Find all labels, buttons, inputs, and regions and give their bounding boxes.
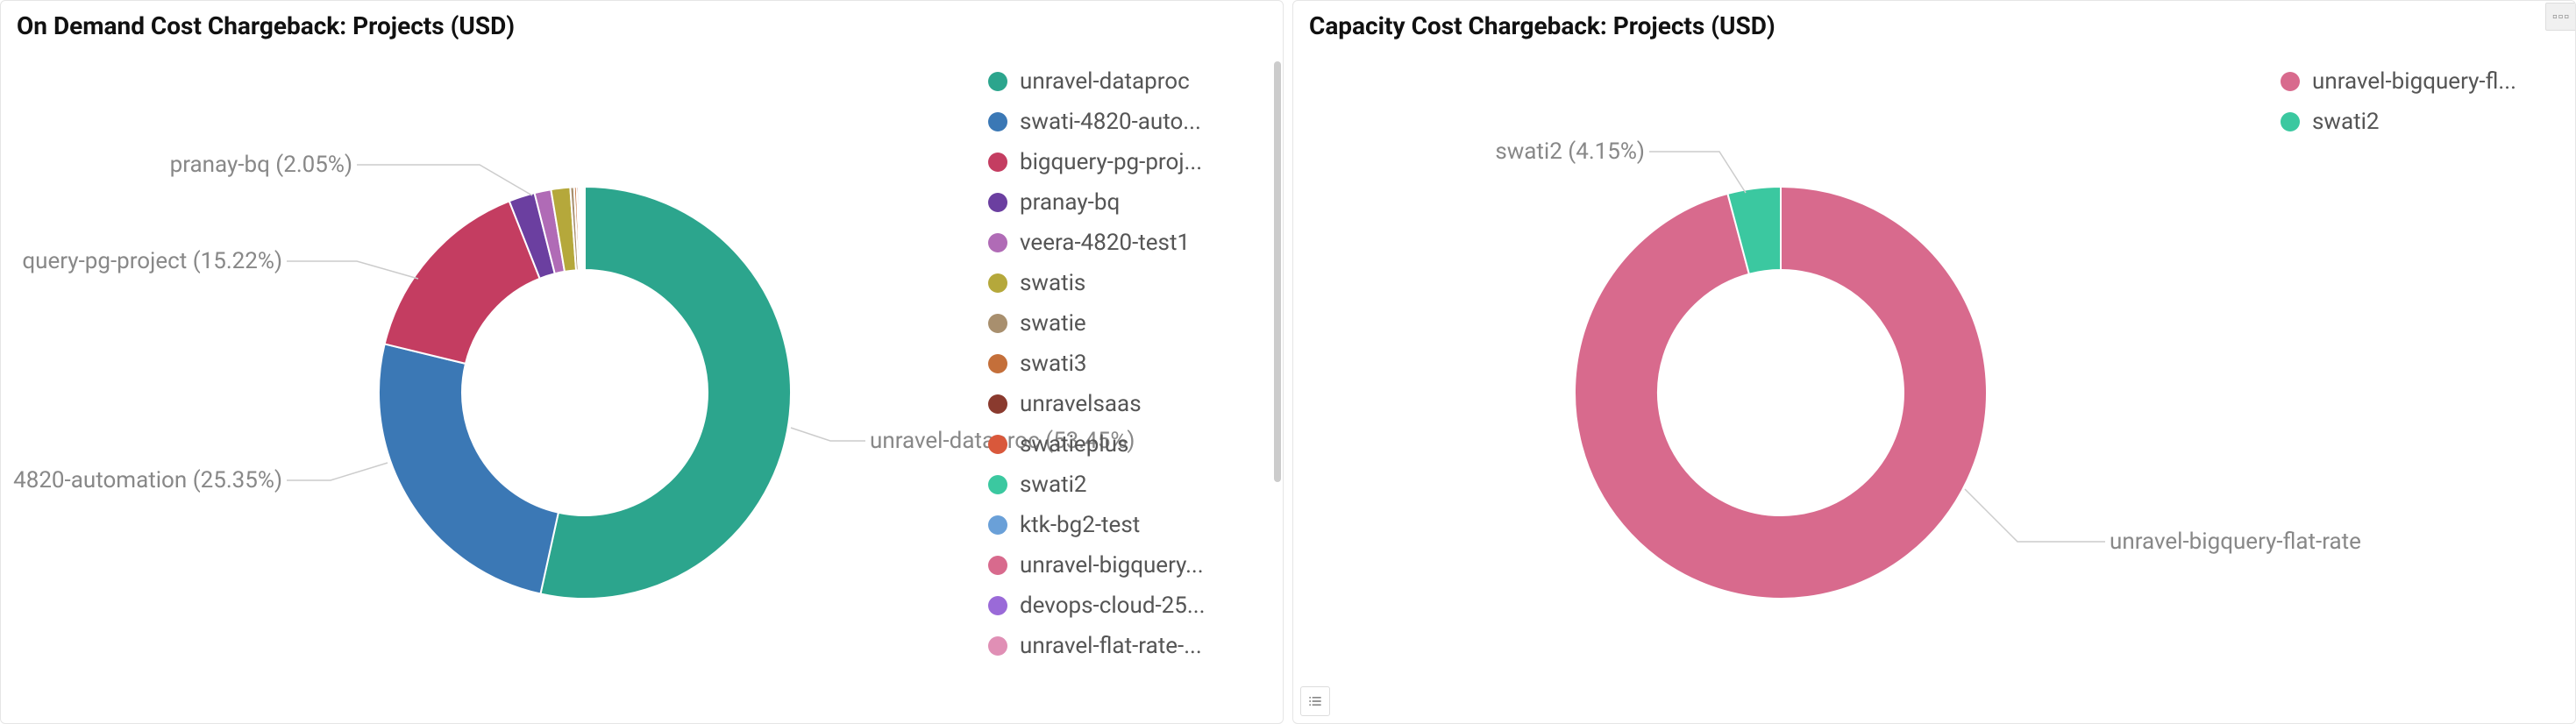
legend-label: swati3 (1020, 351, 1087, 377)
legend-item[interactable]: devops-cloud-25... (985, 586, 1274, 626)
leader-line (1965, 489, 2105, 542)
leader-line (791, 428, 865, 441)
legend-item[interactable]: pranay-bq (985, 182, 1274, 223)
panel-body: swati2 (4.15%) unravel-bigquery-flat-rat… (1293, 44, 2575, 723)
legend-swatch (988, 475, 1007, 494)
legend-item[interactable]: swatieplus (985, 424, 1274, 465)
legend-swatch (988, 556, 1007, 575)
leader-line (287, 463, 388, 480)
legend-label: swati2 (1020, 472, 1087, 498)
panel-title: On Demand Cost Chargeback: Projects (USD… (1, 1, 1283, 44)
legend-swatch (988, 515, 1007, 535)
legend-label: unravel-flat-rate-... (1020, 633, 1202, 659)
legend-item[interactable]: bigquery-pg-proj... (985, 142, 1274, 182)
donut-slice[interactable] (385, 201, 540, 363)
legend-item[interactable]: veera-4820-test1 (985, 223, 1274, 263)
legend-label: swatieplus (1020, 431, 1128, 458)
legend-label: unravelsaas (1020, 391, 1142, 417)
slice-label: pranay-bq (2.05%) (170, 152, 352, 178)
legend-swatch (988, 435, 1007, 454)
legend-swatch (988, 233, 1007, 252)
legend-swatch (988, 193, 1007, 212)
legend-swatch (2281, 112, 2300, 131)
legend-swatch (2281, 72, 2300, 91)
slice-label: swati2 (4.15%) (1495, 138, 1645, 165)
legend-item[interactable]: unravel-flat-rate-... (985, 626, 1274, 666)
legend-item[interactable]: ktk-bg2-test (985, 505, 1274, 545)
donut-chart-ondemand[interactable]: unravel-dataproc (53.45%) 4820-automatio… (1, 44, 976, 723)
legend-item[interactable]: swati2 (2277, 102, 2566, 142)
legend-ondemand: unravel-dataproc swati-4820-auto... bigque… (976, 44, 1283, 723)
legend-label: swatie (1020, 310, 1086, 337)
legend-label: devops-cloud-25... (1020, 593, 1205, 619)
legend-item[interactable]: swati3 (985, 344, 1274, 384)
legend-scrollbar[interactable] (1274, 61, 1281, 482)
panel-menu-button[interactable]: ▫▫▫ (2545, 3, 2576, 31)
legend-swatch (988, 72, 1007, 91)
legend-capacity: unravel-bigquery-fl... swati2 (2268, 44, 2575, 723)
legend-toggle-button[interactable] (1300, 686, 1330, 716)
legend-swatch (988, 153, 1007, 172)
legend-label: swatis (1020, 270, 1085, 296)
legend-label: ktk-bg2-test (1020, 512, 1140, 538)
list-icon (1306, 692, 1324, 710)
panel-title: Capacity Cost Chargeback: Projects (USD) (1293, 1, 2575, 44)
legend-item[interactable]: swati-4820-auto... (985, 102, 1274, 142)
menu-dots-icon: ▫▫▫ (2552, 8, 2570, 25)
legend-swatch (988, 112, 1007, 131)
leader-line (287, 261, 418, 279)
legend-label: pranay-bq (1020, 189, 1120, 216)
legend-item[interactable]: swati2 (985, 465, 1274, 505)
legend-item[interactable]: unravel-bigquery-fl... (2277, 61, 2566, 102)
legend-swatch (988, 273, 1007, 293)
donut-slice[interactable] (584, 187, 585, 270)
panel-body: unravel-dataproc (53.45%) 4820-automatio… (1, 44, 1283, 723)
legend-item[interactable]: swatis (985, 263, 1274, 303)
legend-item[interactable]: unravelsaas (985, 384, 1274, 424)
slice-label: query-pg-project (15.22%) (22, 248, 282, 274)
panel-capacity: ▫▫▫ Capacity Cost Chargeback: Projects (… (1292, 0, 2576, 724)
donut-chart-capacity[interactable]: swati2 (4.15%) unravel-bigquery-flat-rat… (1293, 44, 2268, 723)
legend-swatch (988, 314, 1007, 333)
legend-swatch (988, 354, 1007, 373)
legend-label: swati2 (2312, 109, 2380, 135)
legend-label: bigquery-pg-proj... (1020, 149, 1202, 175)
legend-swatch (988, 636, 1007, 656)
legend-swatch (988, 596, 1007, 615)
legend-label: swati-4820-auto... (1020, 109, 1201, 135)
panel-ondemand: On Demand Cost Chargeback: Projects (USD… (0, 0, 1284, 724)
legend-swatch (988, 394, 1007, 414)
legend-item[interactable]: swatie (985, 303, 1274, 344)
legend-item[interactable]: unravel-dataproc (985, 61, 1274, 102)
leader-line (357, 165, 532, 195)
donut-slice[interactable] (379, 344, 559, 593)
leader-line (1649, 152, 1746, 193)
legend-item[interactable]: unravel-bigquery... (985, 545, 1274, 586)
legend-label: unravel-bigquery-fl... (2312, 68, 2516, 95)
legend-label: unravel-bigquery... (1020, 552, 1204, 578)
legend-label: veera-4820-test1 (1020, 230, 1190, 256)
legend-label: unravel-dataproc (1020, 68, 1190, 95)
slice-label: 4820-automation (25.35%) (13, 467, 282, 493)
